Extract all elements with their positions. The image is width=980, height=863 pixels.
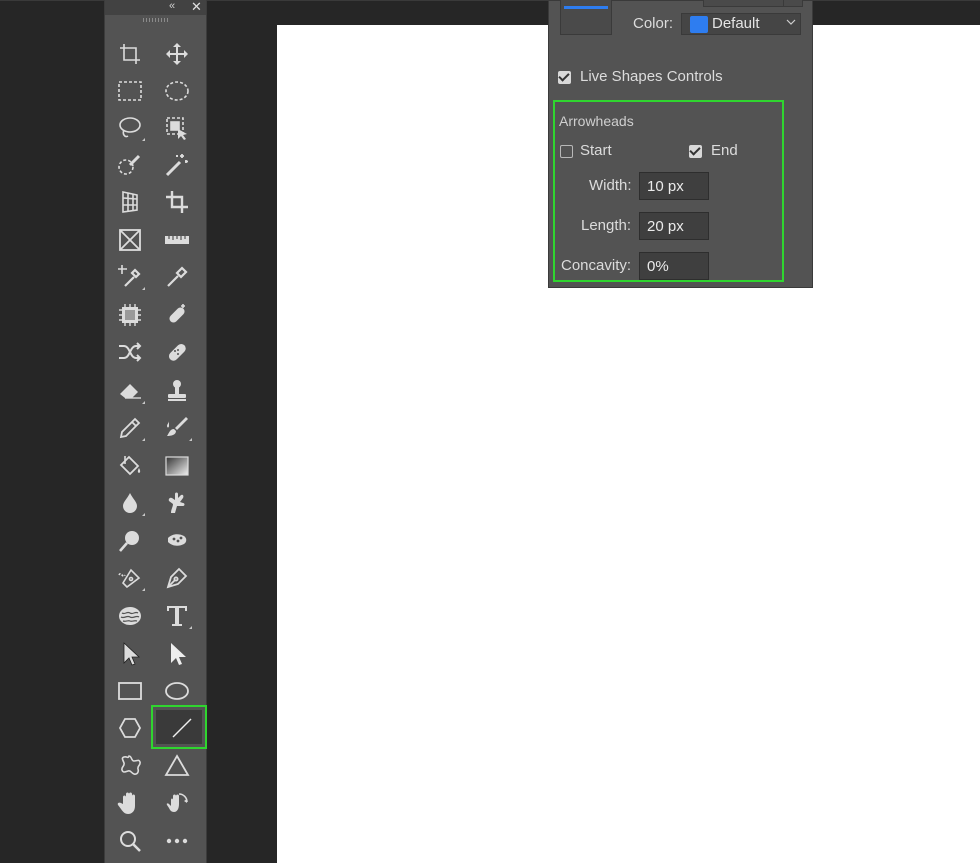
- close-icon[interactable]: ✕: [191, 0, 202, 14]
- weight-field[interactable]: [703, 0, 785, 7]
- color-value: Default: [712, 15, 760, 32]
- brush-icon[interactable]: [161, 412, 193, 444]
- polygon-icon[interactable]: [114, 712, 146, 744]
- line-options-panel: Color: Default Live Shapes Controls Arro…: [548, 0, 813, 288]
- ruler-icon[interactable]: [161, 224, 193, 256]
- magic-wand-icon[interactable]: [161, 149, 193, 181]
- length-label: Length:: [581, 217, 632, 234]
- hand-icon[interactable]: [114, 787, 146, 819]
- smudge-icon[interactable]: [161, 487, 193, 519]
- stroke-line-preview: [564, 6, 608, 9]
- length-field[interactable]: 20 px: [639, 212, 709, 240]
- triangle-icon[interactable]: [161, 750, 193, 782]
- rectangle-icon[interactable]: [114, 675, 146, 707]
- spot-healing-icon[interactable]: [161, 299, 193, 331]
- collapse-icon[interactable]: «: [169, 0, 175, 13]
- rectangular-marquee-icon[interactable]: [114, 75, 146, 107]
- artboard-tool-icon[interactable]: [114, 38, 146, 70]
- dodge-icon[interactable]: [114, 525, 146, 557]
- ellipse-icon[interactable]: [161, 675, 193, 707]
- lasso-icon[interactable]: [114, 112, 146, 144]
- sponge-icon[interactable]: [161, 525, 193, 557]
- direct-selection-icon[interactable]: [161, 638, 193, 670]
- drag-grip[interactable]: [143, 18, 169, 22]
- zoom-icon[interactable]: [114, 825, 146, 857]
- more-tools-icon[interactable]: [161, 825, 193, 857]
- clone-stamp-icon[interactable]: [161, 375, 193, 407]
- sphere-3d-icon[interactable]: [114, 600, 146, 632]
- content-aware-icon[interactable]: [114, 299, 146, 331]
- blur-icon[interactable]: [114, 487, 146, 519]
- concavity-label: Concavity:: [561, 257, 632, 274]
- freeform-pen-icon[interactable]: [114, 562, 146, 594]
- end-label: End: [711, 142, 738, 159]
- frame-tool-icon[interactable]: [114, 224, 146, 256]
- start-checkbox[interactable]: [560, 145, 573, 158]
- perspective-crop-icon[interactable]: [114, 186, 146, 218]
- live-shapes-label: Live Shapes Controls: [580, 68, 723, 85]
- type-icon[interactable]: [161, 600, 193, 632]
- stroke-swatch[interactable]: [560, 0, 612, 35]
- start-label: Start: [580, 142, 612, 159]
- color-sampler-icon[interactable]: [114, 261, 146, 293]
- custom-shape-icon[interactable]: [114, 750, 146, 782]
- width-label: Width:: [589, 177, 632, 194]
- rotate-view-icon[interactable]: [161, 787, 193, 819]
- color-label: Color:: [633, 15, 674, 32]
- end-checkbox[interactable]: [689, 145, 702, 158]
- healing-brush-icon[interactable]: [161, 336, 193, 368]
- arrowheads-title: Arrowheads: [559, 113, 634, 129]
- object-selection-icon[interactable]: [161, 112, 193, 144]
- quick-selection-icon[interactable]: [114, 149, 146, 181]
- elliptical-marquee-icon[interactable]: [161, 75, 193, 107]
- eraser-icon[interactable]: [114, 375, 146, 407]
- gradient-icon[interactable]: [161, 450, 193, 482]
- pen-icon[interactable]: [161, 562, 193, 594]
- path-selection-icon[interactable]: [114, 638, 146, 670]
- move-tool-icon[interactable]: [161, 38, 193, 70]
- content-aware-move-icon[interactable]: [114, 336, 146, 368]
- color-select[interactable]: Default: [681, 13, 801, 35]
- crop-icon[interactable]: [161, 186, 193, 218]
- chevron-down-icon: [786, 16, 796, 30]
- paint-bucket-icon[interactable]: [114, 450, 146, 482]
- tools-panel: « ✕: [104, 0, 207, 863]
- color-chip: [690, 16, 708, 33]
- eyedropper-icon[interactable]: [161, 261, 193, 293]
- arrowheads-group: Arrowheads Start End Width: 10 px Length…: [553, 100, 784, 282]
- pencil-icon[interactable]: [114, 412, 146, 444]
- tools-panel-header[interactable]: « ✕: [105, 0, 206, 15]
- width-field[interactable]: 10 px: [639, 172, 709, 200]
- weight-dropdown[interactable]: [783, 0, 803, 7]
- line-tool-icon[interactable]: [166, 712, 198, 744]
- concavity-field[interactable]: 0%: [639, 252, 709, 280]
- live-shapes-checkbox[interactable]: [558, 71, 571, 84]
